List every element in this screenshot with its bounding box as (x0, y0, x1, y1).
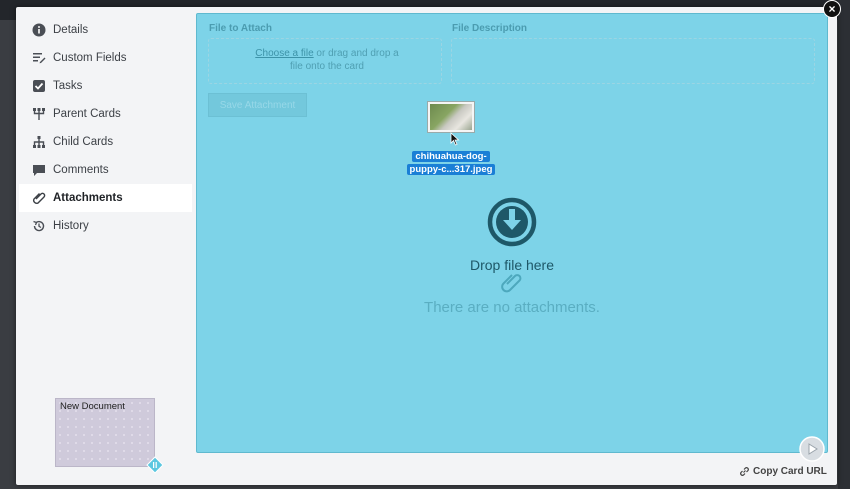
sidebar-item-label: History (53, 220, 89, 232)
save-attachment-button[interactable]: Save Attachment (208, 93, 307, 117)
custom-fields-icon (32, 51, 46, 65)
dragged-file-thumbnail (427, 101, 475, 133)
dragged-file-name-line1: chihuahua-dog- (412, 151, 490, 162)
sidebar-item-comments[interactable]: Comments (19, 156, 192, 184)
sidebar-item-attachments[interactable]: Attachments (19, 184, 192, 212)
choose-file-text-2: file onto the card (290, 61, 364, 72)
sidebar-item-custom-fields[interactable]: Custom Fields (19, 44, 192, 72)
choose-file-text: or drag and drop a (313, 48, 399, 59)
paperclip-icon (32, 191, 46, 205)
file-description-field[interactable] (451, 38, 815, 84)
sidebar-item-child-cards[interactable]: Child Cards (19, 128, 192, 156)
copy-card-url-link[interactable]: Copy Card URL (739, 466, 827, 477)
comment-icon (32, 163, 46, 177)
no-attachments-text: There are no attachments. (424, 299, 600, 316)
document-card-title: New Document (60, 401, 125, 412)
close-button[interactable]: × (823, 0, 841, 18)
file-to-attach-label: File to Attach (209, 23, 272, 34)
backdrop-scrollbar (838, 0, 850, 489)
mouse-cursor-icon (450, 132, 460, 146)
paperclip-icon (500, 271, 524, 295)
dragged-file-name: chihuahua-dog- puppy-c...317.jpeg (402, 150, 500, 176)
download-arrow-icon (487, 197, 537, 247)
tag-icon (146, 456, 164, 474)
sidebar-item-label: Parent Cards (53, 108, 121, 120)
sidebar-item-label: Details (53, 24, 89, 36)
sidebar-item-label: Attachments (53, 192, 123, 204)
choose-file-link[interactable]: Choose a file (255, 48, 313, 59)
parent-cards-icon (32, 107, 46, 121)
sidebar-item-label: Child Cards (53, 136, 114, 148)
info-icon (32, 23, 46, 37)
checkbox-icon (32, 79, 46, 93)
document-card[interactable]: New Document (55, 398, 155, 467)
sidebar-item-label: Comments (53, 164, 109, 176)
sidebar-nav: Details Custom Fields Tasks Parent Cards… (19, 14, 192, 454)
sidebar-item-label: Custom Fields (53, 52, 127, 64)
sidebar-item-label: Tasks (53, 80, 83, 92)
sidebar-item-details[interactable]: Details (19, 16, 192, 44)
sidebar-item-history[interactable]: History (19, 212, 192, 240)
dragged-image-preview (430, 104, 472, 130)
history-icon (32, 219, 46, 233)
file-picker-instructions: Choose a file or drag and drop a file on… (217, 47, 437, 73)
file-description-label: File Description (452, 23, 528, 34)
link-icon (740, 467, 749, 476)
sidebar-item-parent-cards[interactable]: Parent Cards (19, 100, 192, 128)
sidebar-item-tasks[interactable]: Tasks (19, 72, 192, 100)
play-icon[interactable] (799, 436, 825, 462)
child-cards-icon (32, 135, 46, 149)
copy-card-url-label: Copy Card URL (753, 466, 827, 477)
dragged-file-name-line2: puppy-c...317.jpeg (406, 164, 496, 175)
